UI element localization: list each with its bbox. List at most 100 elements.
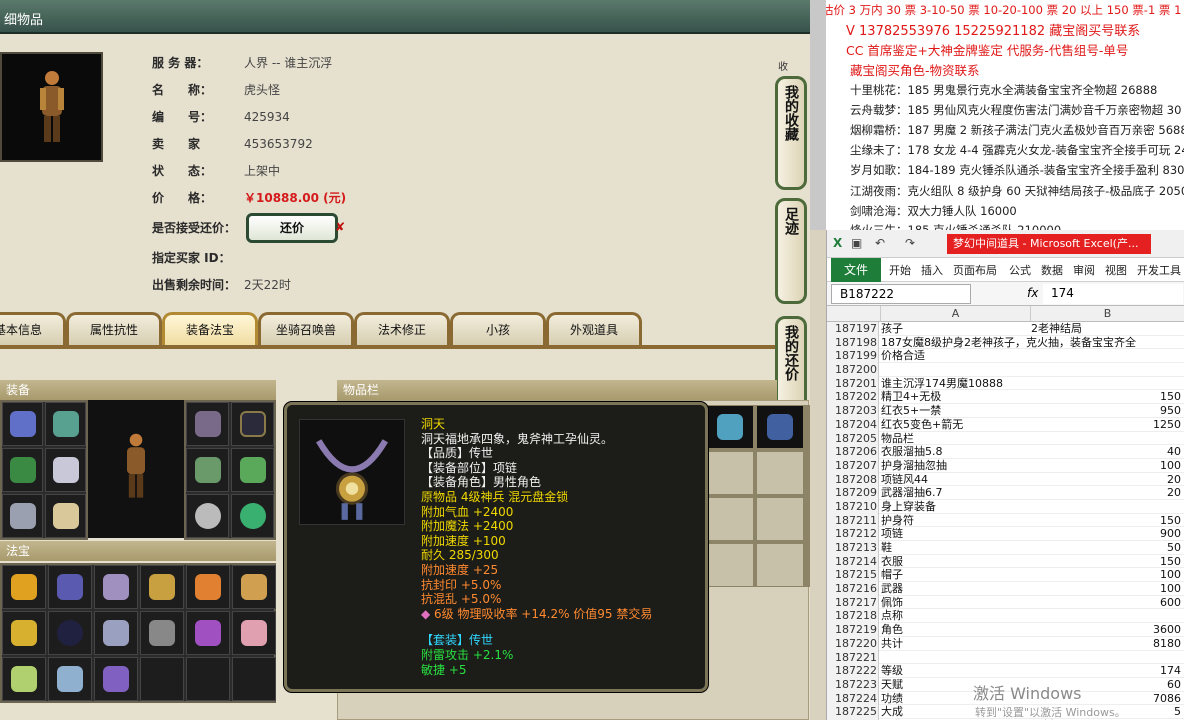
treasure-slot[interactable] <box>186 611 230 655</box>
cell-a[interactable]: 鞋 <box>881 541 892 555</box>
treasure-slot[interactable] <box>94 657 138 701</box>
footprint-button[interactable]: 足迹 <box>775 198 807 304</box>
treasure-slot[interactable] <box>186 657 230 701</box>
ribbon-tab-layout[interactable]: 页面布局 <box>953 262 997 278</box>
row-number[interactable]: 187201 <box>827 376 879 391</box>
cell-a[interactable]: 角色 <box>881 623 903 637</box>
tab-appearance[interactable]: 外观道具 <box>546 312 642 346</box>
cell-a[interactable]: 红衣5+一禁 <box>881 404 941 418</box>
bag-slot[interactable] <box>706 543 754 587</box>
cell-b-number[interactable]: 150 <box>1047 555 1181 569</box>
equip-slot[interactable] <box>186 448 229 492</box>
row-number[interactable]: 187220 <box>827 636 879 651</box>
sheet-row[interactable]: 187213 鞋 50 <box>827 541 1184 555</box>
sheet-row[interactable]: 187200 <box>827 363 1184 377</box>
equip-slot[interactable] <box>45 402 86 446</box>
cell-b-number[interactable]: 900 <box>1047 527 1181 541</box>
sheet-row[interactable]: 187212 项链 900 <box>827 527 1184 542</box>
cell-b-number[interactable]: 100 <box>1047 582 1181 596</box>
row-number[interactable]: 187200 <box>827 363 879 377</box>
ribbon-tab-data[interactable]: 数据 <box>1041 262 1063 278</box>
cell-a[interactable]: 衣服 <box>881 555 903 569</box>
cell-a[interactable]: 孩子 <box>881 322 903 336</box>
cell-b-number[interactable]: 950 <box>1047 404 1181 418</box>
equip-slot[interactable] <box>186 494 229 538</box>
cell-a[interactable]: 身上穿装备 <box>881 500 936 514</box>
sheet-row[interactable]: 187206 衣服溜抽5.8 40 <box>827 445 1184 459</box>
cell-a[interactable]: 共计 <box>881 637 903 651</box>
row-number[interactable]: 187221 <box>827 650 879 665</box>
treasure-slot[interactable] <box>48 657 92 701</box>
row-number[interactable]: 187219 <box>827 623 879 637</box>
bag-slot[interactable] <box>756 543 804 587</box>
cell-b-number[interactable]: 1250 <box>1047 418 1181 432</box>
row-number[interactable]: 187216 <box>827 582 879 596</box>
treasure-slot[interactable] <box>94 565 138 609</box>
sheet-row[interactable]: 187210 身上穿装备 <box>827 499 1184 514</box>
cell-b-number[interactable]: 100 <box>1047 459 1181 473</box>
sheet-row[interactable]: 187198 187女魔8级护身2老神孩子，克火抽，装备宝宝齐全 <box>827 335 1184 350</box>
bag-slot[interactable] <box>706 497 754 541</box>
ribbon-tab-insert[interactable]: 插入 <box>921 262 943 278</box>
cell-b-number[interactable]: 150 <box>1047 390 1181 404</box>
row-number[interactable]: 187217 <box>827 595 879 610</box>
cell-b-number[interactable]: 40 <box>1047 445 1181 459</box>
cell-b-text[interactable]: 2老神结局 <box>1031 322 1082 336</box>
save-icon[interactable]: ▣ <box>851 236 862 250</box>
cell-a[interactable]: 价格合适 <box>881 349 925 363</box>
tab-spell-mods[interactable]: 法术修正 <box>354 312 450 346</box>
sheet-row[interactable]: 187204 红衣5变色+箭无 1250 <box>827 417 1184 432</box>
row-number[interactable]: 187198 <box>827 335 879 350</box>
treasure-slot[interactable] <box>94 611 138 655</box>
row-number[interactable]: 187203 <box>827 404 879 418</box>
sheet-row[interactable]: 187219 角色 3600 <box>827 623 1184 637</box>
ribbon-tab-home[interactable]: 开始 <box>889 262 911 278</box>
column-header-a[interactable]: A <box>881 306 1031 322</box>
sheet-row[interactable]: 187215 帽子 100 <box>827 568 1184 583</box>
row-number[interactable]: 187207 <box>827 458 879 473</box>
cell-a[interactable]: 佩饰 <box>881 596 903 610</box>
equip-slot[interactable] <box>45 494 86 538</box>
row-number[interactable]: 187225 <box>827 705 879 719</box>
sheet-row[interactable]: 187201 谁主沉浮174男魔10888 <box>827 376 1184 391</box>
sheet-row[interactable]: 187216 武器 100 <box>827 582 1184 596</box>
cell-a[interactable]: 衣服溜抽5.8 <box>881 445 943 459</box>
sheet-row[interactable]: 187218 点称 <box>827 609 1184 624</box>
cell-b-number[interactable]: 8180 <box>1047 637 1181 651</box>
cell-b-number[interactable]: 3600 <box>1047 623 1181 637</box>
tab-attributes[interactable]: 属性抗性 <box>66 312 162 346</box>
equip-slot[interactable] <box>2 494 43 538</box>
undo-icon[interactable]: ↶ <box>875 236 885 250</box>
cell-a[interactable]: 项链 <box>881 527 903 541</box>
treasure-slot[interactable] <box>140 565 184 609</box>
sheet-row[interactable]: 187221 <box>827 650 1184 665</box>
row-number[interactable]: 187218 <box>827 609 879 624</box>
name-box[interactable]: B187222 <box>831 284 971 304</box>
row-number[interactable]: 187210 <box>827 499 879 514</box>
treasure-slot[interactable] <box>232 565 276 609</box>
cell-a[interactable]: 大成 <box>881 705 903 719</box>
cell-b-number[interactable]: 150 <box>1047 514 1181 528</box>
treasure-slot[interactable] <box>140 657 184 701</box>
sheet-row[interactable]: 187202 精卫4+无极 150 <box>827 390 1184 405</box>
tab-basic-info[interactable]: 基本信息 <box>0 312 66 346</box>
select-all-corner[interactable] <box>827 306 881 322</box>
fx-icon[interactable]: fx <box>1027 286 1038 300</box>
sheet-row[interactable]: 187211 护身符 150 <box>827 513 1184 528</box>
cell-a[interactable]: 护身溜抽忽抽 <box>881 459 947 473</box>
ribbon-tab-review[interactable]: 审阅 <box>1073 262 1095 278</box>
cell-a[interactable]: 等级 <box>881 664 903 678</box>
equip-slot[interactable] <box>231 494 274 538</box>
cell-b-number[interactable]: 50 <box>1047 541 1181 555</box>
row-number[interactable]: 187204 <box>827 417 879 432</box>
cell-b-number[interactable]: 20 <box>1047 473 1181 487</box>
equip-slot[interactable] <box>2 402 43 446</box>
tab-mounts-summons[interactable]: 坐骑召唤兽 <box>258 312 354 346</box>
treasure-slot[interactable] <box>140 611 184 655</box>
treasure-slot[interactable] <box>48 611 92 655</box>
row-number[interactable]: 187206 <box>827 445 879 459</box>
ribbon-tab-view[interactable]: 视图 <box>1105 262 1127 278</box>
treasure-slot[interactable] <box>48 565 92 609</box>
cell-a[interactable]: 帽子 <box>881 568 903 582</box>
tab-equipment[interactable]: 装备法宝 <box>162 312 258 346</box>
